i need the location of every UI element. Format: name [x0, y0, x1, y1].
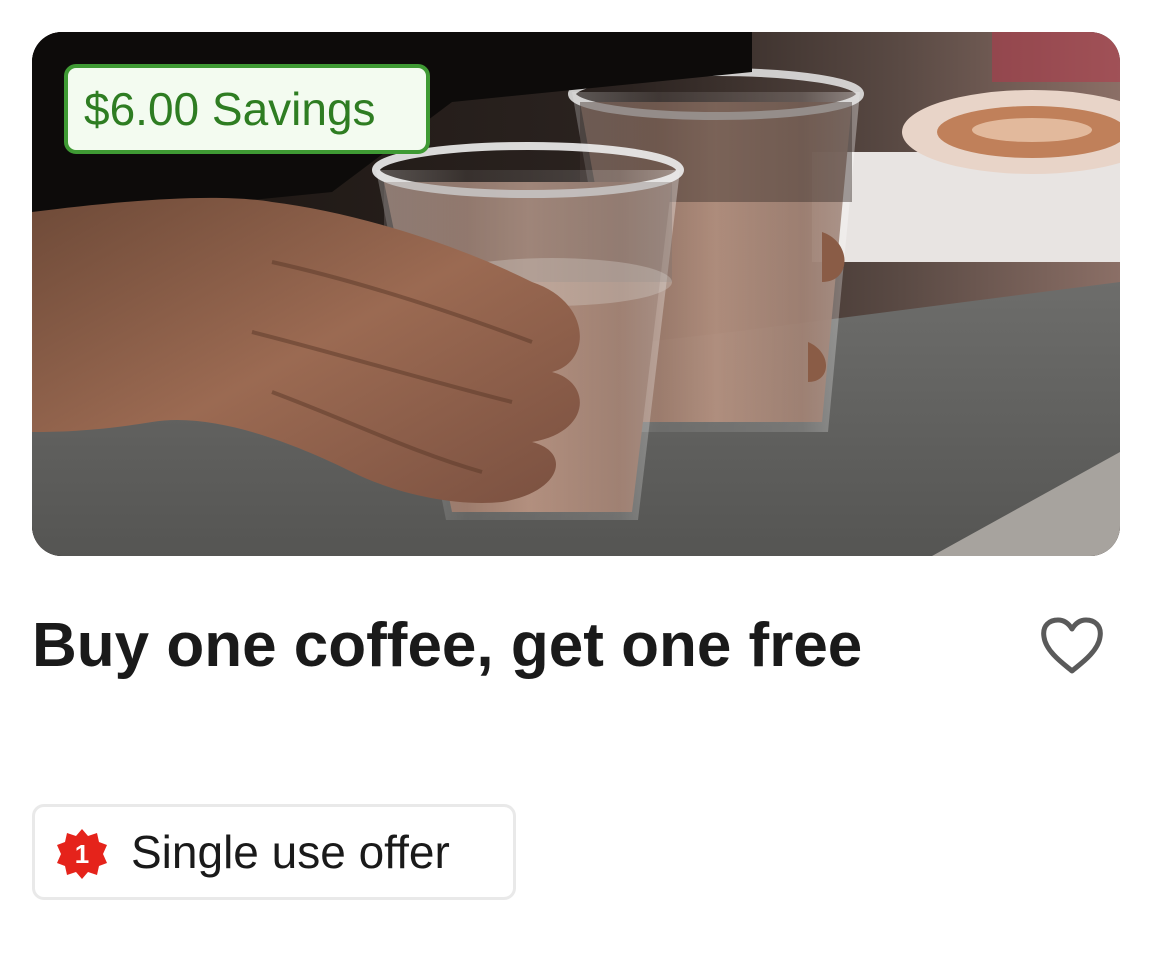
deal-card[interactable]: $6.00 Savings Buy one coffee, get one fr… [0, 0, 1152, 964]
savings-badge: $6.00 Savings [64, 64, 430, 154]
savings-badge-text: $6.00 Savings [84, 83, 376, 135]
offer-type-chip: 1 Single use offer [32, 804, 516, 900]
starburst-badge-icon: 1 [57, 829, 107, 879]
offer-type-label: Single use offer [131, 826, 450, 878]
favorite-button[interactable] [1034, 608, 1110, 684]
offer-badge-number: 1 [75, 839, 89, 869]
deal-title: Buy one coffee, get one free [32, 611, 863, 680]
heart-outline-icon [1041, 617, 1103, 674]
